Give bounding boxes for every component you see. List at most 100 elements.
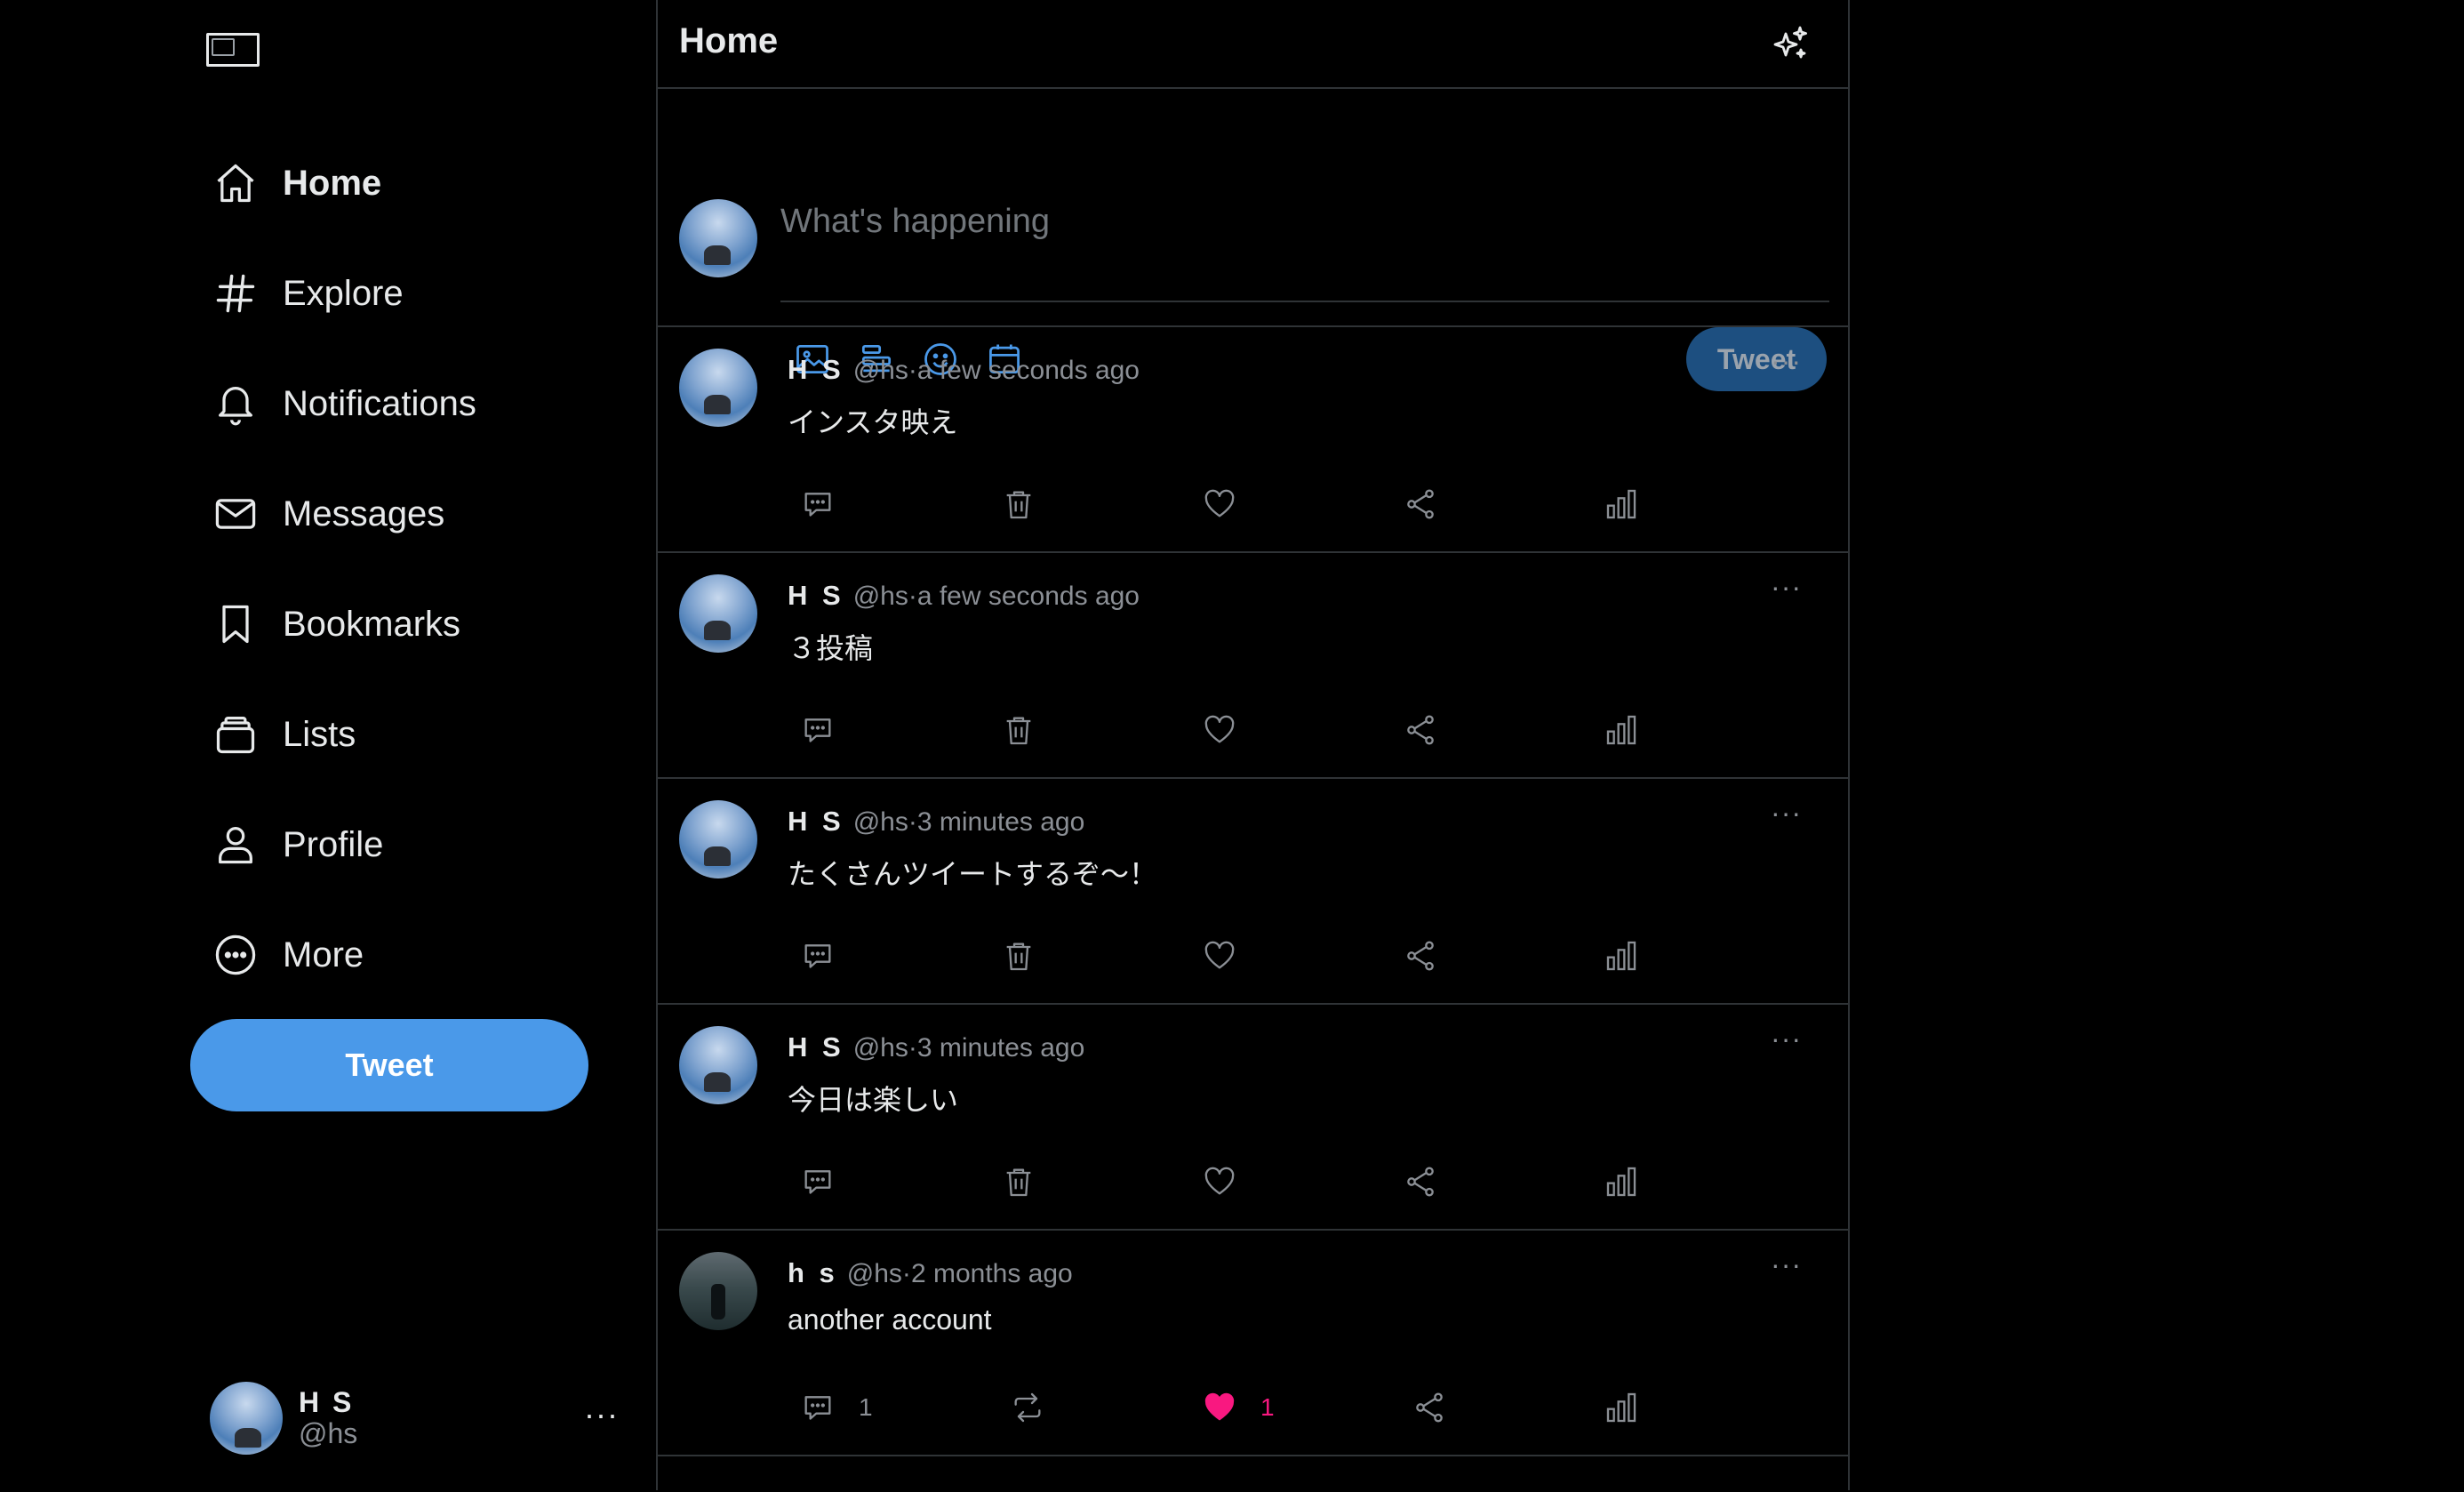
user-icon <box>210 819 261 870</box>
share-button[interactable] <box>1403 1159 1438 1204</box>
nav-item-more[interactable]: More <box>210 924 583 986</box>
reply-button[interactable] <box>800 708 836 752</box>
nav-item-bookmarks[interactable]: Bookmarks <box>210 593 583 655</box>
tweet-item[interactable]: h s @hs· 2 months ago another account ··… <box>658 1231 1848 1456</box>
tweet-more-icon[interactable]: ··· <box>1771 345 1802 378</box>
tweet-author-name[interactable]: H S <box>788 354 844 386</box>
delete-button[interactable] <box>1001 708 1036 752</box>
like-button[interactable] <box>1202 934 1237 978</box>
reply-button[interactable]: 1 <box>800 1385 873 1430</box>
tweet-more-icon[interactable]: ··· <box>1771 797 1802 830</box>
tweet-item-partial[interactable] <box>658 1456 1848 1492</box>
tweet-author-name[interactable]: h s <box>788 1257 838 1289</box>
more-circle-icon <box>210 929 261 981</box>
tweet-more-icon[interactable]: ··· <box>1771 571 1802 604</box>
nav-item-profile[interactable]: Profile <box>210 814 583 876</box>
tweet-timestamp: a few seconds ago <box>916 356 1140 385</box>
analytics-button[interactable] <box>1604 1385 1639 1430</box>
sidebar-tweet-button[interactable]: Tweet <box>190 1019 588 1111</box>
analytics-button[interactable] <box>1604 482 1639 526</box>
reply-button[interactable] <box>800 934 836 978</box>
delete-button[interactable] <box>1001 1159 1036 1204</box>
page-title: Home <box>679 21 779 60</box>
tweet-author-name[interactable]: H S <box>788 580 844 612</box>
account-name: H S <box>299 1385 355 1418</box>
tweet-more-icon[interactable]: ··· <box>1771 1248 1802 1281</box>
analytics-button[interactable] <box>1604 934 1639 978</box>
reply-button[interactable] <box>800 482 836 526</box>
nav-item-notifications[interactable]: Notifications <box>210 373 583 435</box>
tweet-more-icon[interactable]: ··· <box>1771 1023 1802 1055</box>
account-switcher[interactable]: H S @hs ··· <box>210 1380 619 1456</box>
analytics-button[interactable] <box>1604 1159 1639 1204</box>
tweet-actions: 1 1 <box>800 1385 1689 1430</box>
bar-chart-icon <box>1606 715 1636 745</box>
avatar[interactable] <box>679 349 757 427</box>
share-icon <box>1407 1167 1434 1197</box>
trash-icon <box>1006 1168 1031 1197</box>
tweet-item[interactable]: H S @hs· a few seconds ago ３投稿 ··· <box>658 553 1848 779</box>
avatar[interactable] <box>679 1252 757 1330</box>
account-more-icon[interactable]: ··· <box>584 1396 619 1433</box>
retweet-button[interactable] <box>1010 1385 1045 1430</box>
tweet-text: another account <box>788 1303 992 1336</box>
share-button[interactable] <box>1403 482 1438 526</box>
avatar[interactable] <box>679 1026 757 1104</box>
nav-item-messages[interactable]: Messages <box>210 483 583 545</box>
bookmark-icon <box>210 598 261 650</box>
like-button[interactable] <box>1202 482 1237 526</box>
account-names: H S @hs <box>299 1385 357 1449</box>
share-button[interactable] <box>1412 1385 1447 1430</box>
tweet-item[interactable]: H S @hs· 3 minutes ago たくさんツイートするぞ〜！ ··· <box>658 779 1848 1005</box>
like-button[interactable] <box>1202 1159 1237 1204</box>
bar-chart-icon <box>1606 489 1636 519</box>
nav-item-explore[interactable]: Explore <box>210 262 583 325</box>
lists-icon <box>210 709 261 760</box>
like-count: 1 <box>1260 1393 1275 1421</box>
home-icon <box>210 157 261 209</box>
tweet-author-name[interactable]: H S <box>788 806 844 838</box>
avatar[interactable] <box>679 574 757 653</box>
logo-broken-image-icon[interactable] <box>206 33 260 67</box>
share-button[interactable] <box>1403 708 1438 752</box>
delete-button[interactable] <box>1001 482 1036 526</box>
tweet-timestamp: 3 minutes ago <box>916 807 1085 837</box>
nav-label-lists: Lists <box>283 714 356 754</box>
tweet-timestamp: 2 months ago <box>910 1259 1073 1288</box>
bar-chart-icon <box>1606 1392 1636 1423</box>
tweet-actions <box>800 934 1689 978</box>
tweet-meta: H S @hs· 3 minutes ago <box>788 806 1084 838</box>
avatar <box>210 1382 283 1455</box>
tweet-timestamp: 3 minutes ago <box>916 1033 1085 1063</box>
analytics-button[interactable] <box>1604 708 1639 752</box>
nav-item-home[interactable]: Home <box>210 152 583 214</box>
tweet-composer: Tweet <box>658 89 1848 391</box>
timeline: Home Tweet H S @hs· a few seconds ago イン… <box>656 0 1850 1490</box>
tweet-author-name[interactable]: H S <box>788 1031 844 1063</box>
trash-icon <box>1006 943 1031 971</box>
like-button[interactable] <box>1202 708 1237 752</box>
tweet-text: ３投稿 <box>788 632 874 664</box>
heart-filled-icon <box>1204 1392 1235 1421</box>
nav-item-lists[interactable]: Lists <box>210 703 583 766</box>
tweet-text: たくさんツイートするぞ〜！ <box>788 858 1158 890</box>
tweet-author-handle: @hs· <box>852 1033 917 1063</box>
avatar <box>679 199 757 277</box>
heart-icon <box>1204 1167 1235 1195</box>
delete-button[interactable] <box>1001 934 1036 978</box>
tweet-item[interactable]: H S @hs· 3 minutes ago 今日は楽しい ··· <box>658 1005 1848 1231</box>
like-button[interactable]: 1 <box>1202 1385 1275 1430</box>
share-icon <box>1407 715 1434 745</box>
sparkle-icon[interactable] <box>1770 23 1812 66</box>
avatar[interactable] <box>679 800 757 878</box>
compose-input[interactable] <box>780 203 1829 302</box>
tweet-meta: H S @hs· a few seconds ago <box>788 580 1140 612</box>
reply-icon <box>804 1170 831 1194</box>
nav-label-home: Home <box>283 163 382 203</box>
bell-icon <box>210 378 261 429</box>
share-button[interactable] <box>1403 934 1438 978</box>
reply-icon <box>804 944 831 968</box>
heart-icon <box>1204 489 1235 517</box>
tweet-item[interactable]: H S @hs· a few seconds ago インスタ映え ··· <box>658 327 1848 553</box>
reply-button[interactable] <box>800 1159 836 1204</box>
